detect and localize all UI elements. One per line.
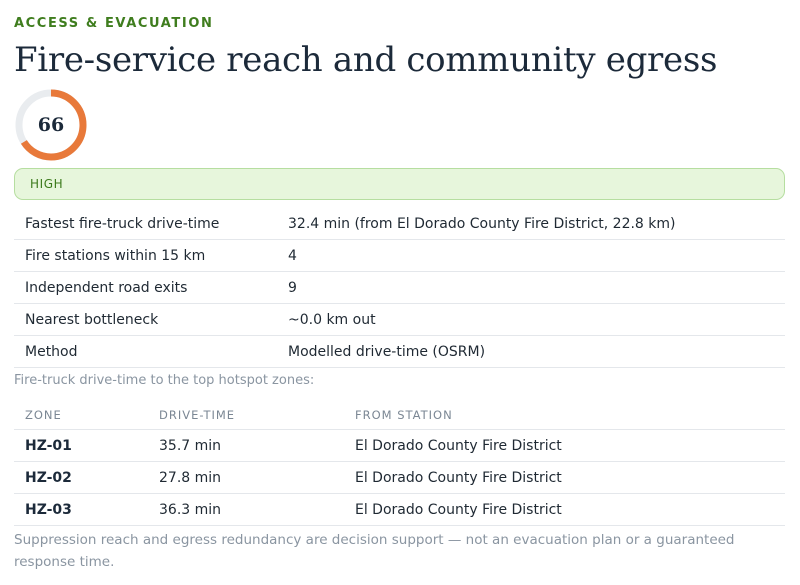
risk-level-label: HIGH (30, 177, 64, 191)
summary-value: ~0.0 km out (288, 311, 376, 328)
summary-row: Fastest fire-truck drive-time 32.4 min (… (14, 208, 785, 240)
hotspot-caption: Fire-truck drive-time to the top hotspot… (14, 373, 315, 388)
column-header-station: FROM STATION (355, 407, 453, 422)
summary-label: Fire stations within 15 km (25, 247, 206, 264)
score-value: 66 (37, 114, 65, 136)
table-row: HZ-02 27.8 min El Dorado County Fire Dis… (14, 462, 785, 494)
drive-time-cell: 27.8 min (159, 469, 222, 486)
section-eyebrow: ACCESS & EVACUATION (14, 16, 214, 31)
hotspot-table-header: ZONE DRIVE-TIME FROM STATION (14, 400, 785, 430)
zone-cell: HZ-02 (25, 469, 72, 486)
summary-value: 32.4 min (from El Dorado County Fire Dis… (288, 215, 676, 232)
table-row: HZ-03 36.3 min El Dorado County Fire Dis… (14, 494, 785, 526)
page-title: Fire-service reach and community egress (14, 40, 718, 80)
station-cell: El Dorado County Fire District (355, 501, 562, 518)
summary-value: Modelled drive-time (OSRM) (288, 343, 486, 360)
score-gauge: 66 (14, 88, 90, 164)
summary-row: Nearest bottleneck ~0.0 km out (14, 304, 785, 336)
table-row: HZ-01 35.7 min El Dorado County Fire Dis… (14, 430, 785, 462)
hotspot-table: ZONE DRIVE-TIME FROM STATION HZ-01 35.7 … (14, 400, 785, 526)
summary-label: Nearest bottleneck (25, 311, 159, 328)
disclaimer-footnote: Suppression reach and egress redundancy … (14, 532, 735, 570)
drive-time-cell: 35.7 min (159, 437, 222, 454)
column-header-drive-time: DRIVE-TIME (159, 407, 236, 422)
summary-label: Method (25, 343, 78, 360)
summary-table: Fastest fire-truck drive-time 32.4 min (… (14, 208, 785, 368)
drive-time-cell: 36.3 min (159, 501, 222, 518)
station-cell: El Dorado County Fire District (355, 437, 562, 454)
zone-cell: HZ-01 (25, 437, 72, 454)
station-cell: El Dorado County Fire District (355, 469, 562, 486)
summary-label: Fastest fire-truck drive-time (25, 215, 220, 232)
summary-row: Method Modelled drive-time (OSRM) (14, 336, 785, 368)
summary-label: Independent road exits (25, 279, 188, 296)
zone-cell: HZ-03 (25, 501, 72, 518)
summary-row: Fire stations within 15 km 4 (14, 240, 785, 272)
risk-level-badge: HIGH (14, 168, 785, 200)
summary-value: 4 (288, 247, 297, 264)
column-header-zone: ZONE (25, 407, 62, 422)
summary-row: Independent road exits 9 (14, 272, 785, 304)
summary-value: 9 (288, 279, 297, 296)
